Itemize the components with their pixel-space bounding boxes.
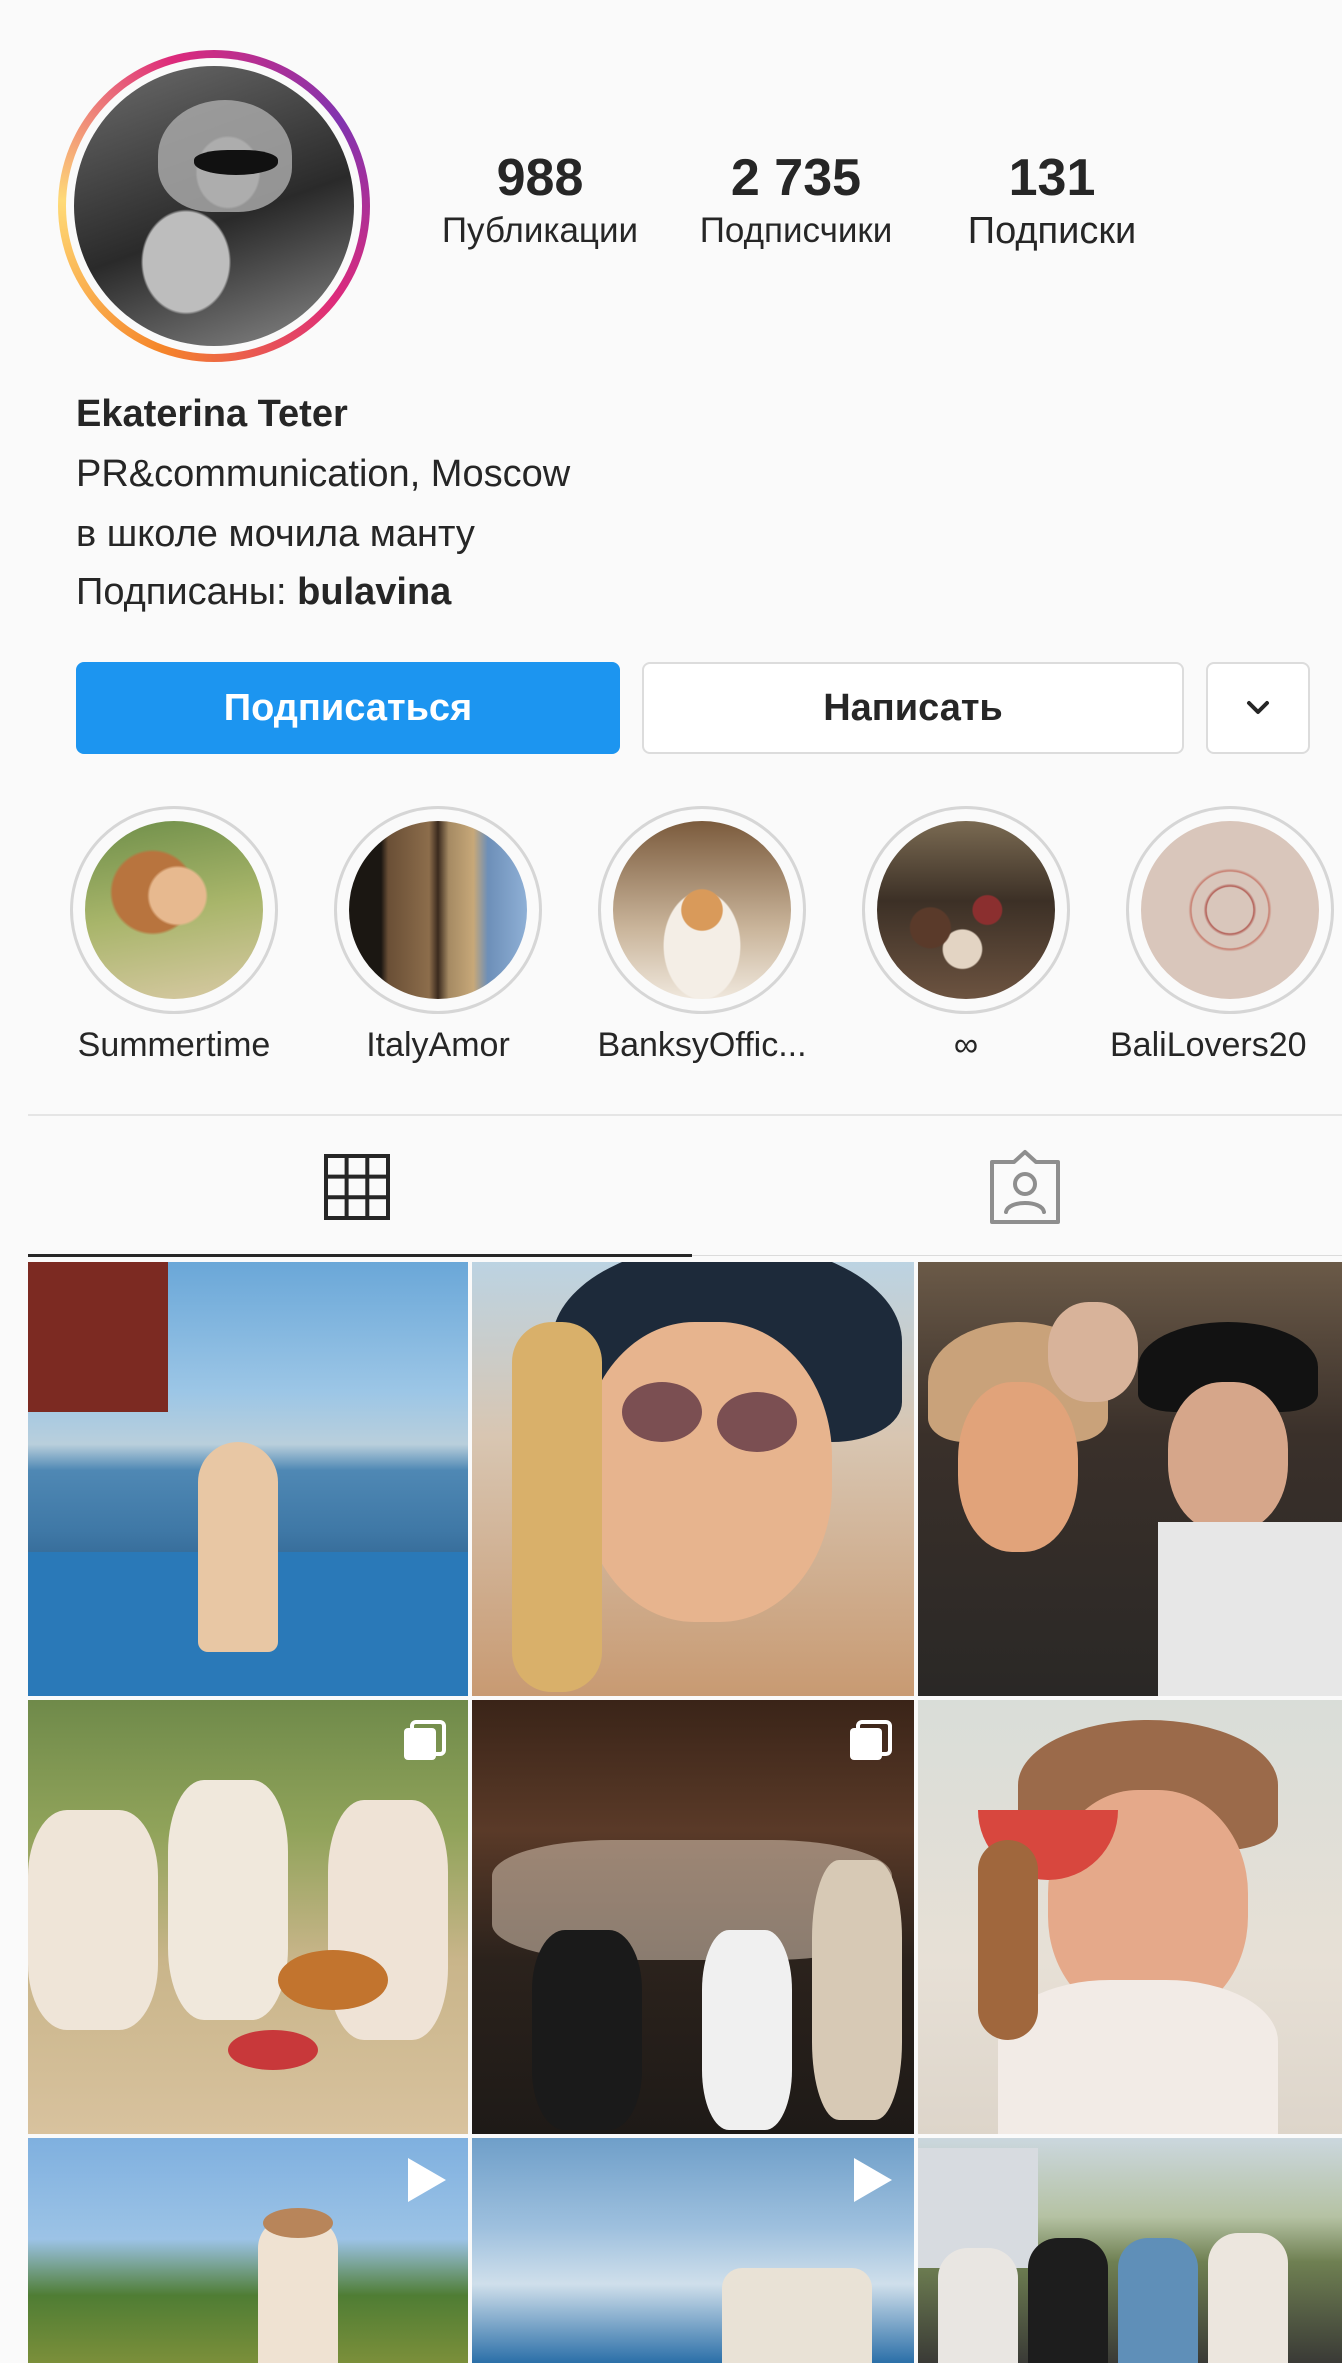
following-count: 131 (1008, 149, 1096, 207)
highlight-cover (613, 821, 791, 999)
posts-count: 988 (496, 149, 584, 207)
highlight-label: BanksyOffic... (597, 1026, 807, 1064)
post-detail (168, 1780, 288, 2020)
posts-label: Публикации (441, 211, 639, 250)
post-thumbnail[interactable] (918, 1700, 1342, 2134)
post-detail (1168, 1382, 1288, 1532)
play-icon (408, 2158, 446, 2202)
followers-label: Подписчики (699, 211, 893, 250)
followers-count: 2 735 (730, 149, 862, 207)
post-detail (28, 1262, 168, 1412)
post-detail (998, 1980, 1278, 2134)
carousel-icon (850, 1720, 892, 1760)
profile-name: Ekaterina Teter (76, 393, 348, 435)
highlight-cover (349, 821, 527, 999)
post-detail (278, 1950, 388, 2010)
avatar-photo (74, 66, 354, 346)
play-icon (854, 2158, 892, 2202)
highlight-summertime[interactable] (70, 806, 278, 1014)
post-detail (198, 1442, 278, 1652)
post-thumbnail[interactable] (28, 1262, 468, 1696)
highlight-infinity[interactable] (862, 806, 1070, 1014)
message-button[interactable]: Написать (642, 662, 1184, 754)
followed-by: Подписаны: bulavina (76, 564, 451, 620)
chevron-down-icon (1247, 701, 1269, 714)
post-detail (1048, 1302, 1138, 1402)
highlight-label: ∞ (953, 1026, 979, 1064)
post-detail (263, 2208, 333, 2238)
post-detail (702, 1930, 792, 2130)
highlight-balilovers[interactable] (1126, 806, 1334, 1014)
highlight-cover (1141, 821, 1319, 999)
following-label: Подписки (967, 210, 1137, 252)
highlight-label: ItalyAmor (366, 1026, 510, 1064)
followers-stat[interactable]: 2 735 Подписчики (676, 148, 916, 254)
tabs-divider (28, 1114, 1342, 1116)
tagged-person-icon (990, 1150, 1060, 1224)
bio-line-1: PR&communication, Moscow (76, 453, 571, 495)
follow-button[interactable]: Подписаться (76, 662, 620, 754)
post-detail (228, 2030, 318, 2070)
tab-indicator-track (692, 1255, 1342, 1256)
post-thumbnail[interactable] (472, 1262, 914, 1696)
post-detail (938, 2248, 1018, 2363)
suggested-dropdown-button[interactable] (1206, 662, 1310, 754)
highlight-italyamor[interactable] (334, 806, 542, 1014)
post-detail (717, 1392, 797, 1452)
post-detail (1208, 2233, 1288, 2363)
post-thumbnail[interactable] (472, 1700, 914, 2134)
post-thumbnail[interactable] (472, 2138, 914, 2363)
tab-tagged[interactable] (986, 1148, 1064, 1228)
post-detail (1118, 2238, 1198, 2363)
highlight-label: BaliLovers20 (1110, 1026, 1307, 1064)
post-detail (1028, 2238, 1108, 2363)
post-thumbnail[interactable] (918, 1262, 1342, 1696)
highlight-cover (85, 821, 263, 999)
post-detail (622, 1382, 702, 1442)
post-detail (28, 1810, 158, 2030)
active-tab-indicator (28, 1254, 692, 1257)
post-detail (532, 1930, 642, 2130)
post-detail (582, 1322, 832, 1622)
bio-line-2: в школе мочила манту (76, 513, 475, 555)
post-thumbnail[interactable] (918, 2138, 1342, 2363)
post-detail (258, 2218, 338, 2363)
post-thumbnail[interactable] (28, 2138, 468, 2363)
post-detail (978, 1840, 1038, 2040)
profile-avatar[interactable] (58, 50, 370, 362)
grid-icon (324, 1154, 390, 1220)
post-detail (958, 1382, 1078, 1552)
posts-stat: 988 Публикации (420, 148, 660, 254)
followed-by-user[interactable]: bulavina (297, 571, 451, 613)
post-detail (1158, 1522, 1342, 1696)
highlight-label: Summertime (77, 1026, 271, 1064)
highlight-cover (877, 821, 1055, 999)
post-detail (512, 1322, 602, 1692)
followed-by-prefix: Подписаны: (76, 571, 298, 613)
carousel-icon (404, 1720, 446, 1760)
highlight-banksy[interactable] (598, 806, 806, 1014)
post-detail (812, 1860, 902, 2120)
post-detail (722, 2268, 872, 2363)
tab-grid[interactable] (320, 1150, 394, 1224)
following-stat[interactable]: 131 Подписки (932, 148, 1172, 254)
post-thumbnail[interactable] (28, 1700, 468, 2134)
